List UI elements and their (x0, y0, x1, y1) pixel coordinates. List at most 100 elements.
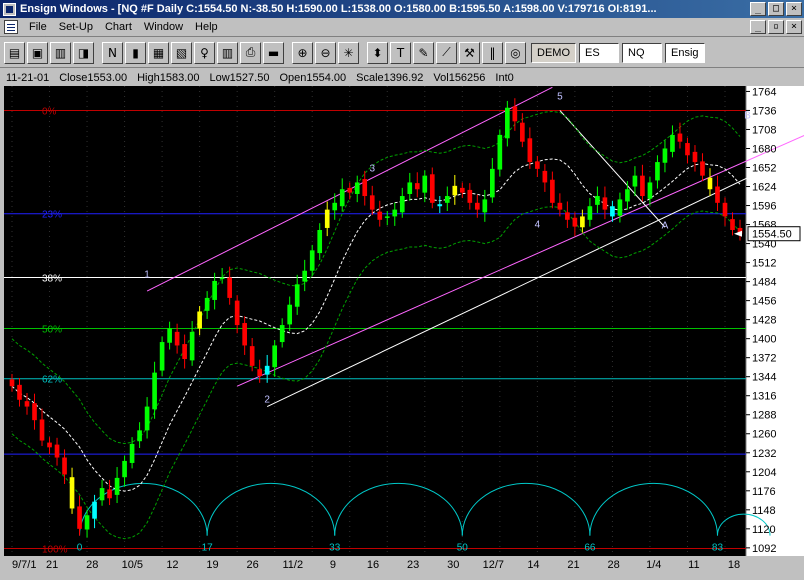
candle-body (144, 406, 150, 431)
zoom-out-icon[interactable]: ⊖ (315, 41, 336, 64)
y-tick-label-24: 1092 (752, 543, 776, 555)
channel-icon[interactable]: ⟋ (436, 41, 457, 64)
arrow-icon[interactable]: ⬍ (367, 41, 388, 64)
y-tick-label-18: 1260 (752, 429, 776, 441)
tools-icon[interactable]: ⚒ (459, 41, 480, 64)
candle-body (527, 138, 533, 163)
wave-label-4: 4 (535, 219, 541, 230)
menu-chart[interactable]: Chart (99, 21, 138, 33)
y-tick-label-13: 1400 (752, 334, 776, 346)
text-icon[interactable]: T (390, 41, 411, 64)
candle-body (399, 196, 405, 213)
y-tick-label-12: 1428 (752, 315, 776, 327)
candle-body (700, 161, 705, 176)
candle-body (587, 206, 593, 220)
candle-icon[interactable]: ▮ (125, 41, 146, 64)
wave-label-B: B (744, 111, 751, 122)
new-chart-icon[interactable]: N (102, 41, 123, 64)
candle-body (279, 325, 285, 343)
chart-icon[interactable]: ◨ (73, 41, 94, 64)
candle-body (114, 477, 120, 495)
candle-body (625, 189, 630, 202)
menu-setup[interactable]: Set-Up (53, 21, 99, 33)
cycle-label-0: 0 (77, 543, 83, 554)
candle-body (429, 174, 435, 203)
info-volume: Vol156256 (433, 72, 486, 84)
bars-icon[interactable]: ▥ (50, 41, 71, 64)
window-title: Ensign Windows - [NQ #F Daily C:1554.50 … (20, 3, 657, 15)
candle-body (610, 206, 615, 217)
candle-body (174, 331, 180, 346)
candle-body (122, 460, 127, 478)
info-date: 11-21-01 (6, 72, 50, 84)
x-tick-label-10: 23 (407, 559, 419, 571)
candle-body (324, 209, 330, 228)
candle-body (197, 311, 202, 329)
y-tick-label-10: 1484 (752, 277, 776, 289)
close-button[interactable]: × (786, 2, 802, 16)
candle-body (730, 219, 735, 230)
candle-body (512, 106, 518, 122)
candle-body (99, 488, 105, 501)
minimize-button[interactable]: _ (750, 2, 766, 16)
grid-icon[interactable]: ▦ (148, 41, 169, 64)
candle-body (17, 384, 22, 400)
open-icon[interactable]: ▣ (27, 41, 48, 64)
doc-minimize-button[interactable]: _ (750, 20, 766, 34)
last-price-label: 1554.50 (752, 229, 792, 241)
panel-icon[interactable]: ▬ (263, 41, 284, 64)
wave-label-3: 3 (369, 164, 375, 175)
table-icon[interactable]: ▥ (217, 41, 238, 64)
candle-body (302, 270, 308, 282)
fib-icon[interactable]: ✳ (338, 41, 359, 64)
menu-window[interactable]: Window (138, 21, 189, 33)
candle-body (39, 419, 45, 441)
cycle-icon[interactable]: ◎ (505, 41, 526, 64)
bulb-icon[interactable]: ♀ (194, 41, 215, 64)
bars2-icon[interactable]: ‖ (482, 41, 503, 64)
candle-body (77, 506, 82, 529)
candle-body (467, 189, 473, 203)
y-tick-label-2: 1708 (752, 124, 776, 136)
y-tick-label-17: 1288 (752, 410, 776, 422)
fill-icon[interactable]: ▧ (171, 41, 192, 64)
maximize-button[interactable]: □ (768, 2, 784, 16)
toolbar: ▤ ▣ ▥ ◨ N ▮ ▦ ▧ ♀ ▥ ⎙ ▬ ⊕ ⊖ ✳ ⬍ T ✎ ⟋ ⚒ ‖ ◎ DEMO ES NQ Ensig (0, 38, 804, 68)
print-icon[interactable]: ▤ (4, 41, 25, 64)
x-tick-label-4: 12 (166, 559, 178, 571)
symbol-tab-nq[interactable]: NQ (622, 42, 662, 63)
candle-body (482, 199, 488, 213)
candle-body (354, 182, 360, 194)
candle-body (107, 489, 112, 499)
y-tick-label-5: 1624 (752, 182, 776, 194)
doc-close-button[interactable]: × (786, 20, 802, 34)
x-tick-label-12: 12/7 (483, 559, 504, 571)
symbol-tab-ensig[interactable]: Ensig (665, 42, 705, 63)
x-tick-label-0: 9/7/1 (12, 559, 36, 571)
price-chart[interactable]: 0%23%38%50%62%100%0173350668312345ABC176… (4, 86, 804, 556)
candle-body (707, 177, 713, 190)
y-tick-label-4: 1652 (752, 163, 776, 175)
candle-body (580, 216, 585, 228)
level-label-1: 23% (42, 210, 62, 221)
candle-body (414, 183, 420, 190)
candle-body (572, 217, 578, 227)
candle-body (47, 442, 52, 448)
candle-body (159, 342, 165, 371)
zoom-in-icon[interactable]: ⊕ (292, 41, 313, 64)
menu-bar: File Set-Up Chart Window Help _ ▫ × (0, 18, 804, 37)
doc-restore-button[interactable]: ▫ (768, 20, 784, 34)
chart-area[interactable]: 0%23%38%50%62%100%0173350668312345ABC176… (4, 86, 804, 556)
document-icon[interactable] (4, 20, 18, 34)
candle-body (520, 122, 525, 142)
symbol-tab-es[interactable]: ES (579, 42, 619, 63)
draw-icon[interactable]: ✎ (413, 41, 434, 64)
menu-help[interactable]: Help (189, 21, 224, 33)
candle-body (129, 443, 135, 463)
document-controls: _ ▫ × (750, 20, 802, 34)
menu-file[interactable]: File (23, 21, 53, 33)
symbol-tab-demo[interactable]: DEMO (531, 42, 576, 63)
y-tick-label-19: 1232 (752, 448, 776, 460)
printer-icon[interactable]: ⎙ (240, 41, 261, 64)
x-tick-label-15: 28 (608, 559, 620, 571)
